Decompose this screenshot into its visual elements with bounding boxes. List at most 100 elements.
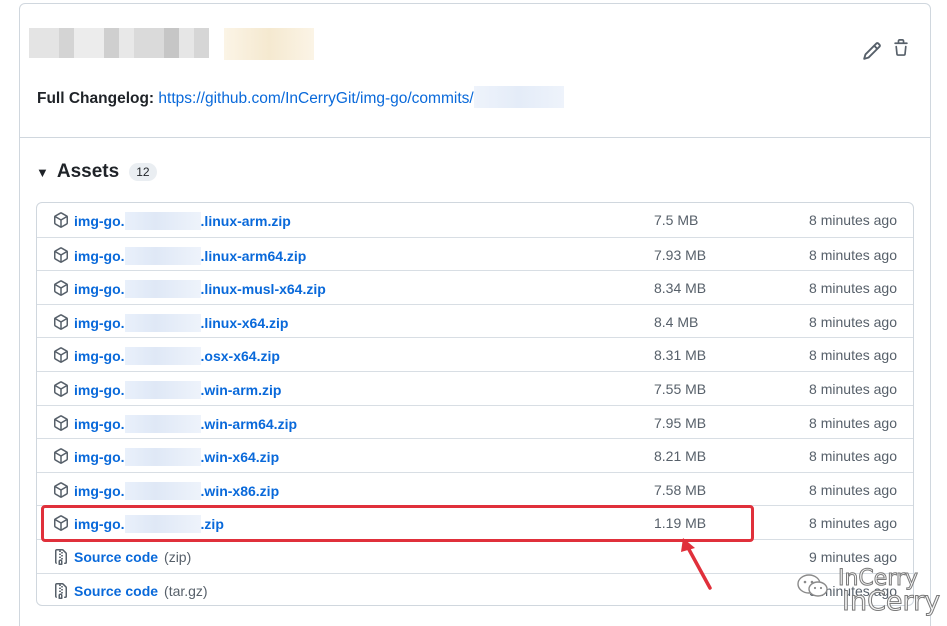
package-icon (53, 448, 69, 465)
source-code-ext: (tar.gz) (164, 582, 208, 599)
asset-name-prefix: img-go. (74, 314, 125, 331)
asset-name-suffix: .win-x86.zip (200, 482, 280, 499)
file-zip-icon (53, 549, 69, 565)
arrow-annotation (681, 538, 712, 590)
asset-row: img-go. .win-x86.zip 7.58 MB 8 minutes ago (37, 471, 913, 506)
package-icon (53, 381, 69, 397)
asset-size: 7.95 MB (654, 414, 707, 431)
asset-name-prefix: img-go. (74, 281, 125, 298)
source-code-label: Source code (74, 582, 159, 599)
asset-name-suffix: .linux-arm64.zip (200, 247, 307, 264)
asset-row: img-go. .linux-x64.zip 8.4 MB 8 minutes ago (37, 303, 913, 338)
asset-name-prefix: img-go. (74, 449, 125, 466)
asset-name-suffix: .linux-arm.zip (200, 213, 291, 229)
assets-count-badge: 12 (129, 163, 157, 181)
asset-name-suffix: .win-arm.zip (200, 382, 282, 398)
blurred-version (124, 313, 201, 332)
asset-time: 8 minutes ago (809, 313, 897, 330)
source-code-row: Source code (zip) 9 minutes ago (37, 539, 913, 573)
asset-time: 9 minutes ago (809, 549, 897, 565)
package-icon (53, 347, 69, 364)
file-zip-icon (53, 582, 69, 599)
asset-link[interactable]: img-go. .osx-x64.zip (74, 347, 280, 366)
blurred-version (124, 481, 201, 500)
asset-time: 8 minutes ago (809, 515, 897, 532)
asset-size: 7.55 MB (654, 381, 707, 397)
asset-time: 8 minutes ago (809, 212, 897, 228)
trash-icon[interactable] (892, 38, 910, 58)
changelog-label: Full Changelog: (37, 90, 155, 107)
asset-link[interactable]: img-go. .win-arm.zip (74, 381, 281, 399)
source-code-label: Source code (74, 549, 159, 565)
assets-toggle[interactable]: ▼ Assets 12 (36, 161, 157, 183)
asset-time: 8 minutes ago (809, 481, 897, 498)
asset-name-prefix: img-go. (74, 482, 125, 499)
source-code-ext: (zip) (164, 549, 192, 565)
blurred-version (124, 212, 201, 230)
asset-link[interactable]: img-go. .linux-x64.zip (74, 313, 289, 332)
asset-time: 8 minutes ago (809, 414, 897, 431)
asset-name-prefix: img-go. (74, 382, 125, 398)
asset-time: 8 minutes ago (809, 448, 897, 465)
assets-list: img-go. .linux-arm.zip 7.5 MB 8 minutes ago… (36, 202, 914, 606)
asset-name-suffix: .linux-x64.zip (200, 314, 289, 331)
asset-name-suffix: .win-arm64.zip (200, 415, 298, 432)
asset-row: img-go. .win-x64.zip 8.21 MB 8 minutes ago (37, 438, 913, 472)
asset-size: 7.58 MB (654, 481, 707, 498)
asset-size: 7.93 MB (654, 246, 707, 263)
asset-link[interactable]: img-go. .win-arm64.zip (74, 414, 298, 433)
asset-time: 8 minutes ago (809, 280, 897, 297)
source-code-link[interactable]: Source code (tar.gz) (74, 583, 208, 599)
asset-time: 8 minutes ago (809, 246, 897, 263)
blurred-version (124, 448, 201, 467)
package-icon (53, 246, 69, 263)
asset-link[interactable]: img-go. .linux-musl-x64.zip (74, 280, 326, 299)
asset-time: 8 minutes ago (809, 381, 897, 397)
asset-row: img-go. .linux-musl-x64.zip 8.34 MB 8 minut… (37, 270, 913, 304)
blurred-version (124, 347, 201, 366)
pencil-icon[interactable] (862, 41, 882, 61)
asset-size: 8.31 MB (654, 347, 707, 364)
package-icon (53, 414, 69, 431)
blurred-version (124, 280, 201, 299)
watermark: InCerry InCerry (792, 566, 947, 626)
package-icon (53, 481, 69, 498)
asset-row: img-go. .osx-x64.zip 8.31 MB 8 minutes ago (37, 337, 913, 371)
changelog-link[interactable]: https://github.com/InCerryGit/img-go/com… (158, 90, 473, 107)
blurred-commit-range (473, 86, 564, 108)
asset-link[interactable]: img-go. .linux-arm64.zip (74, 246, 307, 265)
blurred-tag-badge (224, 28, 314, 60)
package-icon (53, 212, 69, 228)
asset-row: img-go. .linux-arm.zip 7.5 MB 8 minutes ago (37, 203, 913, 237)
asset-link[interactable]: img-go. .win-x86.zip (74, 481, 280, 500)
asset-name-suffix: .linux-musl-x64.zip (200, 281, 326, 298)
assets-title: Assets (56, 161, 120, 182)
asset-size: 7.5 MB (654, 212, 699, 228)
asset-size: 8.21 MB (654, 448, 707, 465)
blurred-version (124, 381, 201, 399)
blurred-release-title (29, 28, 209, 58)
package-icon (53, 313, 69, 330)
asset-row: img-go. .win-arm64.zip 7.95 MB 8 minutes ag… (37, 404, 913, 439)
asset-size: 8.34 MB (654, 280, 707, 297)
asset-name-prefix: img-go. (74, 348, 125, 365)
asset-link[interactable]: img-go. .linux-arm.zip (74, 212, 291, 230)
blurred-version (124, 414, 201, 433)
blurred-version (124, 246, 201, 265)
asset-name-suffix: .osx-x64.zip (200, 348, 280, 365)
watermark-text-2: InCerry (841, 586, 941, 618)
asset-name-prefix: img-go. (74, 415, 125, 432)
caret-down-icon: ▼ (36, 164, 49, 180)
package-icon (53, 280, 69, 297)
source-code-link[interactable]: Source code (zip) (74, 549, 191, 565)
asset-row: img-go. .linux-arm64.zip 7.93 MB 8 minutes … (37, 236, 913, 271)
asset-row: img-go. .win-arm.zip 7.55 MB 8 minutes ago (37, 371, 913, 405)
asset-name-suffix: .win-x64.zip (200, 449, 280, 466)
asset-size: 8.4 MB (654, 313, 699, 330)
highlight-box (41, 505, 754, 542)
source-code-row: Source code (tar.gz) 9 minutes ago (37, 572, 913, 605)
divider (20, 137, 931, 138)
wechat-icon (797, 574, 828, 597)
asset-link[interactable]: img-go. .win-x64.zip (74, 448, 280, 467)
asset-name-prefix: img-go. (74, 213, 125, 229)
